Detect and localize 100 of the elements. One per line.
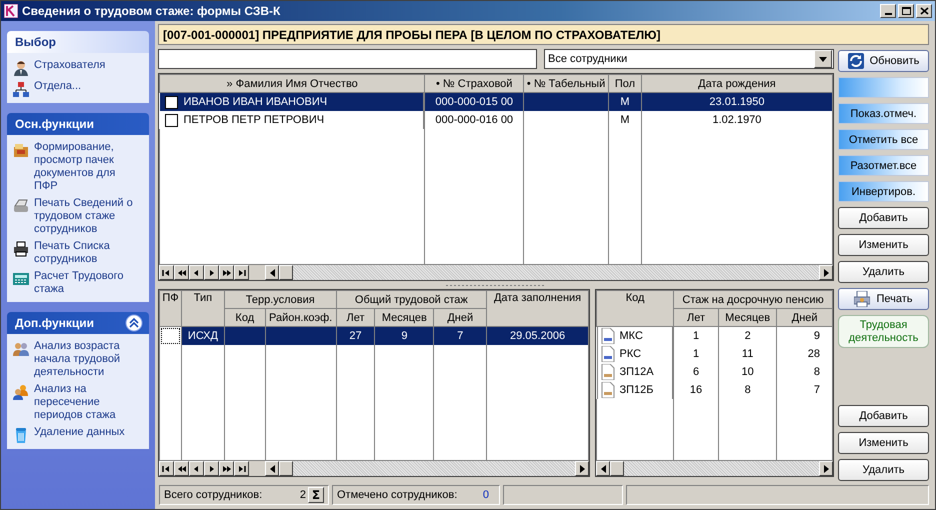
table-cell: 9 [776,326,832,345]
side-button[interactable]: Изменить [838,432,929,454]
checkbox[interactable] [164,114,178,126]
side-button[interactable]: Показ.отмеч. [838,103,929,124]
next-page-button[interactable] [219,265,234,280]
sum-button[interactable]: Σ [308,487,324,503]
blank-button[interactable] [838,77,929,98]
fast-forward-icon [222,464,232,472]
column-header[interactable]: Код [224,308,266,326]
next-record-button[interactable] [204,461,219,476]
printer-icon [854,291,870,307]
last-record-button[interactable] [234,265,249,280]
table-cell: 7 [434,326,487,345]
sidebar-link[interactable]: Печать Списка сотрудников [34,240,134,266]
maximize-icon [900,5,912,17]
side-button[interactable]: Удалить [838,261,929,283]
side-button[interactable]: Разотмет.все [838,155,929,176]
printer-icon [13,198,29,214]
last-record-button[interactable] [234,461,249,476]
side-button[interactable]: Отметить все [838,129,929,150]
horizontal-scrollbar[interactable] [596,461,833,476]
column-header[interactable]: Терр.условия [224,290,336,308]
side-button[interactable]: Инвертиров. [838,181,929,202]
horizontal-scrollbar[interactable] [265,265,833,280]
first-record-button[interactable] [159,461,174,476]
table-cell: 2 [718,326,777,345]
column-header[interactable]: » Фамилия Имя Отчество [160,74,425,92]
minimize-button[interactable] [880,4,896,18]
document-icon [600,328,614,344]
column-header[interactable]: Стаж на досрочную пенсию [674,290,832,308]
column-header[interactable]: Дата заполнения [486,290,588,326]
rewind-icon [176,268,186,276]
printer-icon [13,241,29,257]
sidebar-link[interactable]: Формирование, просмотр пачек документов для ПФР [34,141,134,193]
splitter-grip-icon [446,284,546,286]
horizontal-scrollbar[interactable] [265,461,589,476]
column-header[interactable]: Месяцев [718,308,777,326]
previous-record-button[interactable] [189,461,204,476]
next-page-button[interactable] [219,461,234,476]
group-title: Выбор [15,35,56,49]
close-button[interactable] [916,4,932,18]
column-header[interactable]: Дата рождения [641,74,832,92]
sidebar-link[interactable]: Страхователя [34,59,106,72]
employee-filter-dropdown[interactable]: Все сотрудники [544,49,834,69]
sidebar-link[interactable]: Анализ возраста начала трудовой деятельности [34,340,134,379]
previous-page-button[interactable] [174,461,189,476]
side-button[interactable]: Изменить [838,234,929,256]
side-button[interactable]: Добавить [838,405,929,427]
side-button[interactable]: Печать [838,288,929,310]
column-header[interactable]: Дней [434,308,487,326]
collapse-icon [125,314,143,332]
sidebar-link[interactable]: Анализ на пересечение периодов стажа [34,383,134,422]
column-header[interactable]: Код [596,290,674,326]
next-record-button[interactable] [204,265,219,280]
side-button[interactable]: Удалить [838,459,929,481]
column-header[interactable]: Месяцев [374,308,434,326]
refresh-icon [848,53,864,69]
maximize-button[interactable] [898,4,914,18]
code-label: РКС [620,348,642,360]
trash-icon [13,427,29,443]
column-header[interactable]: • № Табельный [524,74,609,92]
sidebar-link[interactable]: Отдела... [34,80,82,93]
code-label: МКС [620,330,643,342]
table-row[interactable]: ПЕТРОВ ПЕТР ПЕТРОВИЧ 000-000-016 00 М 1.02.1970 [160,111,832,129]
status-value: 0 [482,489,489,501]
table-cell: 16 [674,381,718,399]
column-header[interactable]: Тип [181,290,224,326]
side-button[interactable]: Обновить [838,50,929,72]
column-header[interactable]: Лет [674,308,718,326]
column-header[interactable]: Лет [336,308,375,326]
sidebar-link[interactable]: Печать Сведений о трудовом стаже сотрудников [34,197,134,236]
column-header[interactable]: Дней [776,308,832,326]
table-cell: 6 [674,363,718,381]
side-button[interactable]: Трудовая деятельность [838,315,929,348]
column-header[interactable]: Район.коэф. [265,308,336,326]
column-header[interactable]: • № Страховой [424,74,524,92]
sidebar-link[interactable]: Удаление данных [34,426,125,439]
document-icon [600,382,614,398]
search-field[interactable] [158,49,537,69]
column-header[interactable]: Пол [608,74,642,92]
table-row[interactable]: ИСХД 27 9 7 29.05.2006 [160,326,588,345]
checkbox[interactable] [164,96,178,108]
group-header[interactable]: Выбор [7,31,149,53]
first-record-button[interactable] [159,265,174,280]
table-cell: 8 [776,363,832,381]
table-cell: 28 [776,345,832,363]
document-icon [600,346,614,362]
group-header[interactable]: Осн.функции [7,113,149,135]
scroll-right-icon [824,268,828,276]
table-cell: 29.05.2006 [486,326,588,345]
column-header[interactable]: Общий трудовой стаж [336,290,487,308]
side-button[interactable]: Добавить [838,207,929,229]
document-icon [600,364,614,380]
previous-record-button[interactable] [189,265,204,280]
group-header[interactable]: Доп.функции [7,312,149,334]
column-header[interactable]: ПФ [160,290,182,326]
previous-page-button[interactable] [174,265,189,280]
sidebar-link[interactable]: Расчет Трудового стажа [34,270,134,296]
table-row[interactable]: ИВАНОВ ИВАН ИВАНОВИЧ 000-000-015 00 М 23.01.1950 [160,92,832,111]
folder-icon [13,142,29,158]
